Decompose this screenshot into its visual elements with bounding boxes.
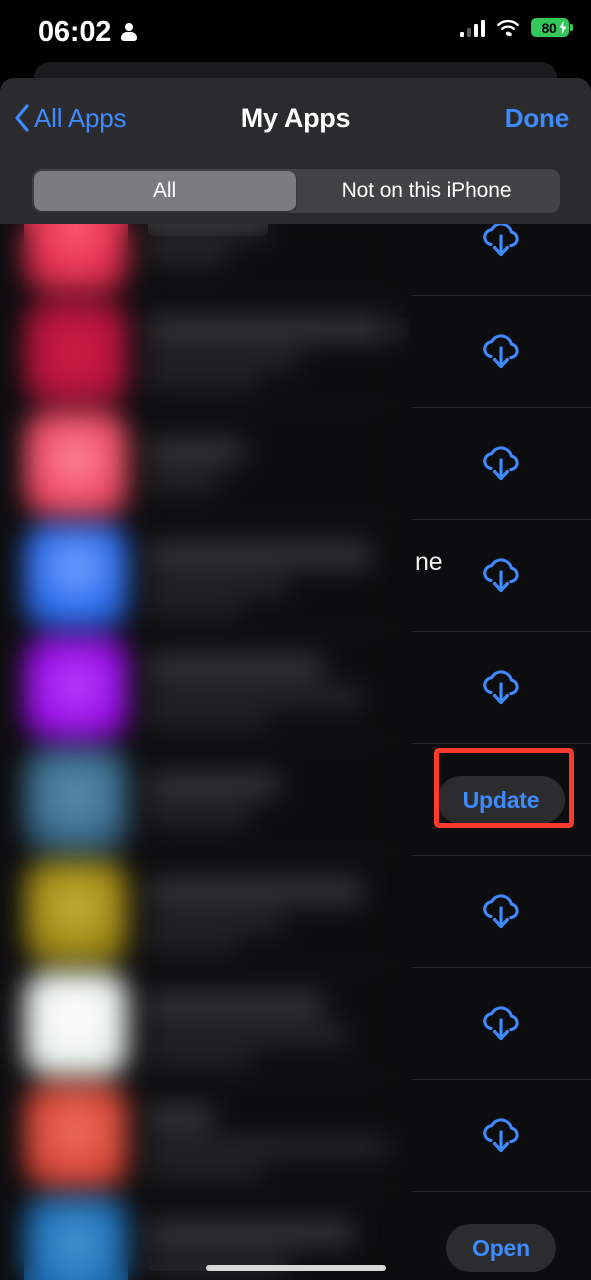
status-bar-clock: 06:02 [38, 16, 112, 48]
open-button[interactable]: Open [446, 1224, 556, 1272]
app-icon [24, 972, 128, 1076]
my-apps-sheet: ne Update Open All Apps My Apps Done All… [0, 78, 591, 1280]
app-meta-redacted [148, 602, 243, 616]
open-action[interactable]: Open [411, 1192, 591, 1280]
battery-percent-label: 80 [541, 19, 557, 36]
app-name-redacted [148, 544, 373, 566]
download-action[interactable] [411, 856, 591, 968]
person-icon [120, 22, 137, 42]
app-label-group [148, 994, 398, 1066]
app-icon [24, 636, 128, 740]
status-bar-right: 80 [459, 18, 573, 37]
download-action[interactable] [411, 1080, 591, 1192]
app-icon [24, 524, 128, 628]
home-indicator [205, 1265, 386, 1271]
app-icon [24, 860, 128, 964]
app-subtitle-redacted [148, 577, 288, 593]
cellular-signal-icon [459, 19, 485, 37]
app-name-redacted [148, 440, 243, 462]
page-title: My Apps [240, 102, 351, 133]
download-action[interactable] [411, 408, 591, 520]
app-list: ne Update Open [0, 188, 591, 1280]
app-name-redacted [148, 1106, 213, 1128]
cloud-download-icon [483, 446, 519, 481]
app-icon [24, 300, 128, 404]
charging-bolt-icon [558, 19, 568, 36]
app-label-group [148, 1222, 398, 1271]
segmented-control[interactable]: All Not on this iPhone [31, 169, 560, 213]
app-label-group [148, 774, 388, 823]
iphone-screen: 06:02 80 ne Update Open All Apps My Apps… [0, 0, 591, 1280]
app-label-group [148, 880, 408, 952]
cloud-download-icon [483, 670, 519, 705]
wifi-icon [497, 19, 519, 36]
app-icon [24, 1084, 128, 1188]
battery-indicator: 80 [531, 18, 573, 37]
cloud-download-icon [483, 1118, 519, 1153]
app-name-redacted [148, 774, 278, 796]
status-bar-left: 06:02 [38, 16, 137, 48]
cloud-download-icon [483, 894, 519, 929]
app-subtitle-redacted [148, 247, 228, 263]
segment-all[interactable]: All [33, 171, 296, 211]
app-name-redacted [148, 656, 323, 678]
app-label-group [148, 440, 378, 489]
download-action[interactable] [411, 520, 591, 632]
app-subtitle-redacted [148, 1027, 348, 1043]
segmented-control-container: All Not on this iPhone [0, 158, 591, 224]
app-meta-redacted [148, 1164, 263, 1178]
segment-not-on-this-iphone[interactable]: Not on this iPhone [296, 171, 558, 211]
app-icon [24, 1196, 128, 1280]
cloud-download-icon [483, 334, 519, 369]
download-action[interactable] [411, 632, 591, 744]
app-name-redacted [148, 994, 323, 1016]
app-subtitle-redacted [148, 1139, 398, 1155]
app-icon [24, 748, 128, 852]
navigation-bar: All Apps My Apps Done [0, 78, 591, 158]
app-name-redacted [148, 1222, 353, 1244]
cloud-download-icon [483, 558, 519, 593]
app-name-redacted [148, 318, 410, 340]
update-button[interactable]: Update [436, 776, 566, 824]
app-label-group [148, 656, 403, 728]
done-button[interactable]: Done [505, 98, 569, 138]
app-meta-redacted [148, 376, 258, 390]
status-bar: 06:02 80 [0, 0, 591, 62]
download-action[interactable] [411, 968, 591, 1080]
app-subtitle-redacted [148, 351, 298, 367]
cloud-download-icon [483, 1006, 519, 1041]
app-label-group [148, 544, 408, 616]
app-meta-redacted [148, 938, 238, 952]
app-meta-redacted [148, 714, 268, 728]
app-meta-redacted [148, 1052, 253, 1066]
app-subtitle-redacted [148, 689, 363, 705]
update-action[interactable]: Update [411, 744, 591, 856]
download-action[interactable] [411, 296, 591, 408]
app-subtitle-redacted [148, 473, 218, 489]
app-subtitle-redacted [148, 807, 248, 823]
app-icon [24, 412, 128, 516]
app-label-group [148, 1106, 413, 1178]
app-name-redacted [148, 880, 363, 902]
cloud-download-icon [483, 222, 519, 257]
app-label-group [148, 318, 418, 390]
app-subtitle-redacted [148, 913, 283, 929]
